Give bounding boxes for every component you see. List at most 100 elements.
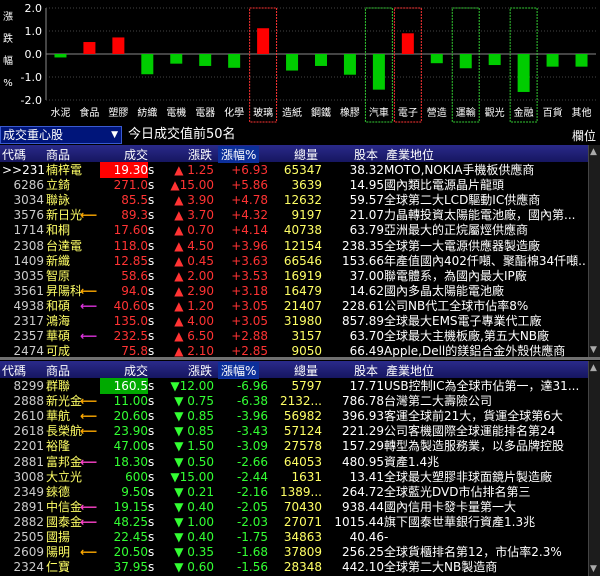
- column-header-cap[interactable]: 股本: [354, 362, 378, 379]
- scroll-up-icon[interactable]: ▲: [590, 147, 597, 157]
- column-header-cap[interactable]: 股本: [354, 146, 378, 163]
- table-row[interactable]: 2882 國泰金 48.25 s ▼ 1.00 -2.03 27071 1015.44 旗下國泰…: [0, 514, 588, 531]
- cell-desc: 資產1.4兆: [384, 454, 440, 469]
- cell-cap: 938.44: [342, 499, 384, 514]
- cell-code: 2610: [13, 409, 44, 424]
- table-row[interactable]: >>2316楠梓電 19.30s ▲ 1.25 +6.93 65347 38.32MOTO…: [0, 162, 588, 179]
- column-header-code[interactable]: 代碼: [2, 146, 26, 163]
- table-row[interactable]: 2881 富邦金 18.30 s ▼ 0.50 -2.66 64053 480.95 資產1.4…: [0, 454, 588, 471]
- cell-price: 12.85: [113, 253, 148, 268]
- column-header-vol[interactable]: 總量: [294, 362, 318, 379]
- column-header-name[interactable]: 商品: [46, 146, 70, 163]
- cell-price: 9.50: [121, 484, 148, 499]
- table-row[interactable]: 3034 聯詠 85.5 s ▲ 3.90 +4.78 12632 59.57 全球第二大LCD…: [0, 192, 588, 209]
- y-axis-label-char: 跌: [3, 32, 13, 45]
- cell-s: s: [148, 514, 155, 529]
- cell-name: 國揚: [46, 530, 71, 544]
- cell-pct: -3.43: [236, 424, 268, 439]
- x-tick-label: 食品: [79, 106, 99, 119]
- x-tick-label: 營造: [427, 106, 447, 119]
- table-row[interactable]: 2891 中信金 19.15 s ▼ 0.40 -2.05 70430 938.44 國內信用卡…: [0, 499, 588, 516]
- bar: [488, 54, 501, 66]
- cell-chg: ▲ 1.25: [174, 163, 214, 177]
- cell-cap: 21.07: [349, 208, 384, 223]
- marker-arrow-icon: ⟵: [80, 424, 98, 439]
- column-header-chg[interactable]: 漲跌: [188, 362, 212, 379]
- cell-desc: 全球最大主機板廠,第五大NB廠: [384, 329, 550, 344]
- cell-pct: +4.14: [231, 223, 268, 238]
- cell-chg: ▲ 4.50: [174, 238, 214, 253]
- cell-cap: 157.29: [342, 439, 384, 454]
- cell-vol: 37809: [283, 545, 322, 560]
- cell-pct: -1.56: [236, 560, 268, 575]
- table-row[interactable]: 1714 和桐 17.60 s ▲ 0.70 +4.14 40738 63.79 亞洲最大的正烷…: [0, 222, 588, 239]
- y-tick-label: -2.0: [21, 94, 42, 107]
- marker-arrow-icon: ⟵: [80, 394, 98, 409]
- x-tick-label: 金融: [514, 106, 534, 119]
- column-header-vol[interactable]: 總量: [294, 146, 318, 163]
- column-header-chg[interactable]: 漲跌: [188, 146, 212, 163]
- table-row[interactable]: 2888 新光金 11.00 s ▼ 0.75 -6.38 2132... 786.78 台灣第…: [0, 393, 588, 410]
- cell-chg: ▼ 0.40: [174, 499, 214, 514]
- cell-s: s: [148, 208, 155, 223]
- top-table-scrollbar[interactable]: ▲ ▼: [588, 145, 600, 357]
- cell-s: s: [148, 283, 155, 298]
- cell-desc: 全球第二大LCD驅動IC供應商: [384, 193, 541, 208]
- table-row[interactable]: 2308 台達電 118.0 s ▲ 4.50 +3.96 12154 238.35 全球第一大…: [0, 238, 588, 255]
- scroll-down-icon[interactable]: ▼: [590, 345, 597, 355]
- column-header-code[interactable]: 代碼: [2, 362, 26, 379]
- table-row[interactable]: 1409 新纖 12.85 s ▲ 0.45 +3.63 66546 153.66 年產值國內4…: [0, 253, 588, 270]
- column-header-price[interactable]: 成交: [124, 146, 148, 163]
- panel-divider[interactable]: [0, 357, 600, 360]
- table-row[interactable]: 3008 大立光 600 s ▼15.00 -2.44 1631 13.41 全球最大塑膠非球面…: [0, 469, 588, 486]
- column-header-desc[interactable]: 產業地位: [386, 146, 434, 163]
- table-row[interactable]: 6286 立錡 271.0 s ▲15.00 +5.86 3639 14.95 國內類比電源晶片…: [0, 177, 588, 194]
- cell-code: 2317: [13, 314, 44, 328]
- cell-chg: ▲ 0.45: [174, 253, 214, 268]
- table-row[interactable]: 2201 裕隆 47.00 s ▼ 1.50 -3.09 27578 157.29 轉型為製造服…: [0, 438, 588, 455]
- column-header-price[interactable]: 成交: [124, 362, 148, 379]
- cell-pct: +3.96: [231, 238, 268, 253]
- table-row[interactable]: 3576 新日光 89.3 s ▲ 3.70 +4.32 9197 21.07 力晶轉投資太陽能…: [0, 207, 588, 224]
- cell-s: s: [148, 314, 155, 328]
- bar: [546, 54, 559, 67]
- cell-desc: 公司NB代工全球市佔率8%: [384, 298, 529, 313]
- panel-selector[interactable]: 成交重心股 ▼: [0, 126, 122, 144]
- cell-vol: 57124: [283, 424, 322, 439]
- bottom-table-scrollbar[interactable]: ▲ ▼: [588, 361, 600, 576]
- cell-pct: -2.05: [236, 499, 268, 514]
- columns-button[interactable]: 欄位: [572, 127, 596, 144]
- column-header-pct[interactable]: 漲幅%: [218, 362, 260, 379]
- cell-cap: 38.32: [349, 163, 384, 177]
- table-row[interactable]: 2609 陽明 20.50 s ▼ 0.35 -1.68 37809 256.25 全球貨櫃排名…: [0, 544, 588, 561]
- table-row[interactable]: 8299 群聯 160.5 s ▼12.00 -6.96 5797 17.71 USB控制IC為…: [0, 378, 588, 395]
- cell-cap: 63.70: [349, 329, 384, 344]
- table-row[interactable]: 2505 國揚 22.45 s ▼ 0.40 -1.75 34863 40.46-: [0, 529, 588, 546]
- cell-code: 2882: [13, 514, 44, 529]
- cell-s: s: [148, 530, 155, 544]
- scroll-down-icon[interactable]: ▼: [590, 564, 597, 574]
- cell-vol: 16919: [283, 268, 322, 283]
- table-row[interactable]: 3035 智原 58.6 s ▲ 2.00 +3.53 16919 37.00 聯電體系，為國內…: [0, 268, 588, 285]
- table-row[interactable]: 2317 鴻海 135.0 s ▲ 4.00 +3.05 31980 857.89 全球最大EM…: [0, 313, 588, 330]
- bar: [517, 54, 530, 92]
- table-row[interactable]: 4938 和碩 40.60 s ▲ 1.20 +3.05 21407 228.61 公司NB代工…: [0, 298, 588, 315]
- cell-name: 智原: [46, 268, 71, 283]
- cell-cap: 40.46: [349, 530, 384, 544]
- x-tick-label: 水泥: [50, 106, 70, 119]
- cell-pct: +3.63: [231, 253, 268, 268]
- table-row[interactable]: 2349 錸德 9.50 s ▼ 0.21 -2.16 1389... 264.72 全球藍光D…: [0, 484, 588, 501]
- cell-code: 3035: [13, 268, 44, 283]
- table-row[interactable]: 2618 長榮航 23.90 s ▼ 0.85 -3.43 57124 221.29 公司客機國…: [0, 423, 588, 440]
- cell-cap: 228.61: [342, 298, 384, 313]
- table-row[interactable]: 2357 華碩 232.5 s ▲ 6.50 +2.88 3157 63.70 全球最大主機板廠…: [0, 328, 588, 345]
- column-header-pct[interactable]: 漲幅%: [218, 146, 260, 163]
- column-header-desc[interactable]: 產業地位: [386, 362, 434, 379]
- column-header-name[interactable]: 商品: [46, 362, 70, 379]
- category-highlight-frame: [393, 7, 422, 123]
- scroll-up-icon[interactable]: ▲: [590, 363, 597, 373]
- x-tick-label: 橡膠: [340, 106, 360, 119]
- table-row[interactable]: 2610 華航 20.60 s ▼ 0.85 -3.96 56982 396.93 客運全球前2…: [0, 408, 588, 425]
- table-row[interactable]: 2324 仁寶 37.95 s ▼ 0.60 -1.56 28348 442.10 全球第二大N…: [0, 559, 588, 576]
- table-row[interactable]: 3561 昇陽科 94.0 s ▲ 2.90 +3.18 16479 14.62 國內多晶太陽能…: [0, 283, 588, 300]
